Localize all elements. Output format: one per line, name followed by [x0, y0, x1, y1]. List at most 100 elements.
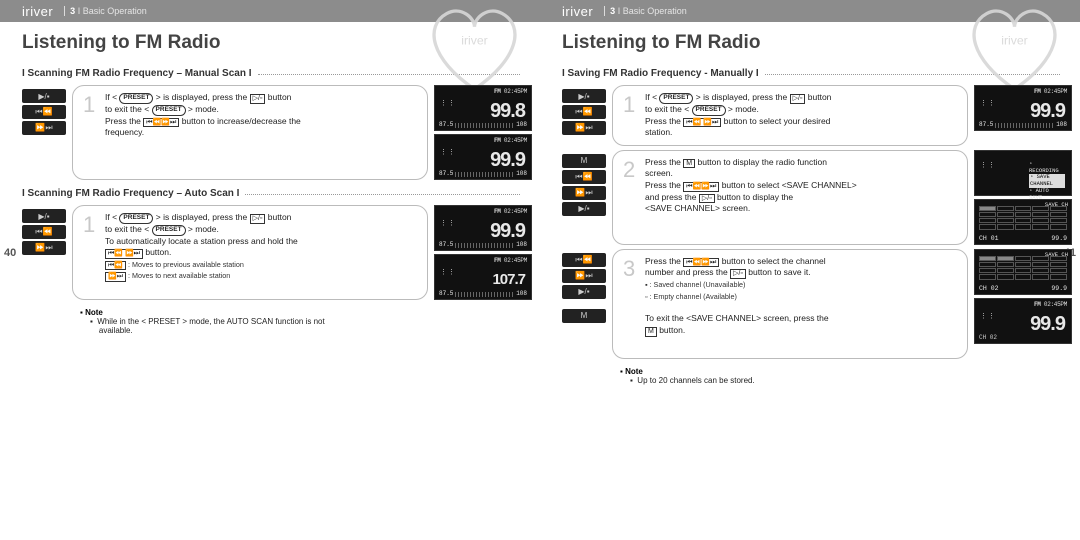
next-button-icon: ⏩⏭ — [562, 269, 606, 283]
square-bullet-icon: ▪ — [90, 317, 93, 326]
page-title: Listening to FM Radio — [562, 32, 1080, 54]
legend-text: : Moves to next available station — [126, 271, 230, 280]
square-bullet-icon: ▪ — [80, 308, 83, 317]
preset-badge: PRESET — [152, 225, 186, 236]
step-text: Press the ⏮⏪⏩⏭ button to select the chan… — [645, 256, 959, 352]
play-stop-button-icon: ▶/▪ — [562, 285, 606, 299]
page-number-left: 40 — [4, 247, 16, 259]
two-page-spread: iriver 3 I Basic Operation iriver Listen… — [0, 0, 1080, 540]
lcd-menu-screen: ⋮⋮ ▫ RECORDING ▫ SAVE CHANNEL ▫ AUTO SAV… — [974, 150, 1072, 196]
note-text: ▪ While in the < PRESET > mode, the AUTO… — [90, 317, 540, 335]
play-stop-button-icon: ▶/▪ — [22, 209, 66, 223]
lcd-frequency: 99.9 — [490, 220, 525, 243]
step-text: If < PRESET > is displayed, press the ▷/… — [645, 92, 959, 139]
section-head-auto-scan: I Scanning FM Radio Frequency – Auto Sca… — [22, 188, 540, 199]
step-block: M ⏮⏪ ⏩⏭ ▶/▪ 2 Press the M button to disp… — [562, 150, 1072, 245]
lcd-frequency: 99.8 — [490, 100, 525, 123]
header-bar: iriver 3 I Basic Operation — [540, 0, 1080, 22]
next-button-icon: ⏩⏭ — [562, 186, 606, 200]
button-column: ▶/▪ ⏮⏪ ⏩⏭ — [22, 205, 68, 300]
lcd-lo: 87.5 — [439, 121, 453, 128]
lcd-save-channel-screen: SAVE CH CH 0299.9 — [974, 249, 1072, 295]
brand-logo: iriver — [562, 4, 593, 19]
menu-button-icon: M — [562, 154, 606, 168]
step-text: If < PRESET > is displayed, press the ▷/… — [105, 92, 419, 173]
play-stop-icon: ▷/▫ — [699, 194, 715, 204]
lcd-screen: FM 02:45PM ⋮⋮ 99.9 87.5108 — [434, 205, 532, 251]
lcd-column: FM 02:45PM ⋮⋮ 99.9 87.5108 — [974, 85, 1072, 146]
step-number: 2 — [623, 159, 645, 238]
prev-button-icon: ⏮⏪ — [562, 170, 606, 184]
nav-icon: ⏮⏪ ⏩⏭ — [683, 118, 721, 128]
lcd-channel: CH 01 — [979, 235, 999, 242]
legend-text: : Moves to previous available station — [126, 260, 244, 269]
step-card: 3 Press the ⏮⏪⏩⏭ button to select the ch… — [612, 249, 968, 359]
lcd-column: ⋮⋮ ▫ RECORDING ▫ SAVE CHANNEL ▫ AUTO SAV… — [974, 150, 1072, 245]
prev-icon: ⏮⏪ — [105, 261, 126, 271]
lcd-screen: FM 02:45PM ⋮⋮ 99.9 87.5108 — [974, 85, 1072, 131]
lcd-column: FM 02:45PM ⋮⋮ 99.8 87.5 108 FM 02:45PM ⋮⋮… — [434, 85, 532, 180]
page-right: iriver 3 I Basic Operation iriver Listen… — [540, 0, 1080, 540]
step-block: ▶/▪ ⏮⏪ ⏩⏭ 1 If < PRESET > is displayed, … — [562, 85, 1072, 146]
button-column: ⏮⏪ ⏩⏭ ▶/▪ M — [562, 249, 608, 359]
lcd-channel: CH 02 — [979, 285, 999, 292]
step-text: If < PRESET > is displayed, press the ▷/… — [105, 212, 419, 293]
step-card: 1 If < PRESET > is displayed, press the … — [72, 205, 428, 300]
lcd-screen: FM 02:45PM ⋮⋮ 107.7 87.5108 — [434, 254, 532, 300]
lcd-scale — [455, 123, 514, 128]
preset-badge: PRESET — [119, 93, 153, 104]
lcd-screen: FM 02:45PM ⋮⋮ 99.9 87.5108 — [434, 134, 532, 180]
lcd-save-channel-screen: SAVE CH CH 0199.9 — [974, 199, 1072, 245]
lcd-hi: 108 — [516, 121, 527, 128]
page-left: iriver 3 I Basic Operation iriver Listen… — [0, 0, 540, 540]
lcd-ch-freq: 99.9 — [1051, 235, 1067, 242]
play-stop-icon: ▷/▫ — [250, 94, 266, 104]
menu-icon: M — [645, 327, 657, 337]
chapter-number: 3 — [70, 6, 75, 16]
preset-badge: PRESET — [152, 105, 186, 116]
preset-badge: PRESET — [148, 317, 180, 326]
lcd-time: 02:45PM — [504, 88, 527, 95]
lcd-column: SAVE CH CH 0299.9 FM 02:45PM ⋮⋮ 99.9 CH … — [974, 249, 1072, 359]
nav-icon: ⏮⏪⏩⏭ — [683, 258, 719, 268]
lcd-frequency: 99.9 — [1030, 100, 1065, 123]
header-bar: iriver 3 I Basic Operation — [0, 0, 540, 22]
step-number: 3 — [623, 258, 645, 352]
note-block: ▪ Note ▪ While in the < PRESET > mode, t… — [80, 308, 540, 335]
next-button-icon: ⏩⏭ — [22, 121, 66, 135]
square-bullet-icon: ▪ — [630, 376, 633, 385]
step-card: 2 Press the M button to display the radi… — [612, 150, 968, 245]
preset-badge: PRESET — [119, 213, 153, 224]
nav-icon: ⏮⏪⏩⏭ — [143, 118, 179, 128]
legend-text: ▫ : Empty channel (Available) — [645, 292, 737, 301]
play-stop-icon: ▷/▫ — [250, 214, 266, 224]
lcd-indicators: ⋮⋮ — [440, 99, 456, 108]
divider — [604, 6, 605, 16]
dotted-rule — [765, 74, 1060, 75]
lcd-screen: FM 02:45PM ⋮⋮ 99.9 CH 02 — [974, 298, 1072, 344]
lcd-frequency: 99.9 — [1030, 313, 1065, 336]
play-stop-button-icon: ▶/▪ — [562, 202, 606, 216]
step-block: ▶/▪ ⏮⏪ ⏩⏭ 1 If < PRESET > is displayed, … — [22, 205, 532, 300]
chapter-label: 3 I Basic Operation — [70, 6, 147, 16]
play-stop-icon: ▷/▫ — [730, 269, 746, 279]
step-number: 1 — [83, 94, 105, 173]
menu-icon: M — [683, 159, 695, 169]
menu-button-icon: M — [562, 309, 606, 323]
lcd-fm: FM — [494, 88, 501, 95]
next-icon: ⏩⏭ — [105, 272, 126, 282]
nav-icon: ⏮⏪⏩⏭ — [683, 182, 719, 192]
divider — [64, 6, 65, 16]
step-block: ▶/▪ ⏮⏪ ⏩⏭ 1 If < PRESET > is displayed, … — [22, 85, 532, 180]
legend-text: ▪ : Saved channel (Unavailable) — [645, 280, 745, 289]
nav-icon: ⏮⏪ ⏩⏭ — [105, 249, 143, 259]
step-block: ⏮⏪ ⏩⏭ ▶/▪ M 3 Press the ⏮⏪⏩⏭ button to s… — [562, 249, 1072, 359]
page-title: Listening to FM Radio — [22, 32, 540, 54]
note-head: Note — [85, 308, 103, 317]
play-stop-button-icon: ▶/▪ — [562, 89, 606, 103]
lcd-screen: FM 02:45PM ⋮⋮ 99.8 87.5 108 — [434, 85, 532, 131]
button-column: ▶/▪ ⏮⏪ ⏩⏭ — [22, 85, 68, 180]
prev-button-icon: ⏮⏪ — [22, 105, 66, 119]
prev-button-icon: ⏮⏪ — [22, 225, 66, 239]
preset-badge: PRESET — [659, 93, 693, 104]
